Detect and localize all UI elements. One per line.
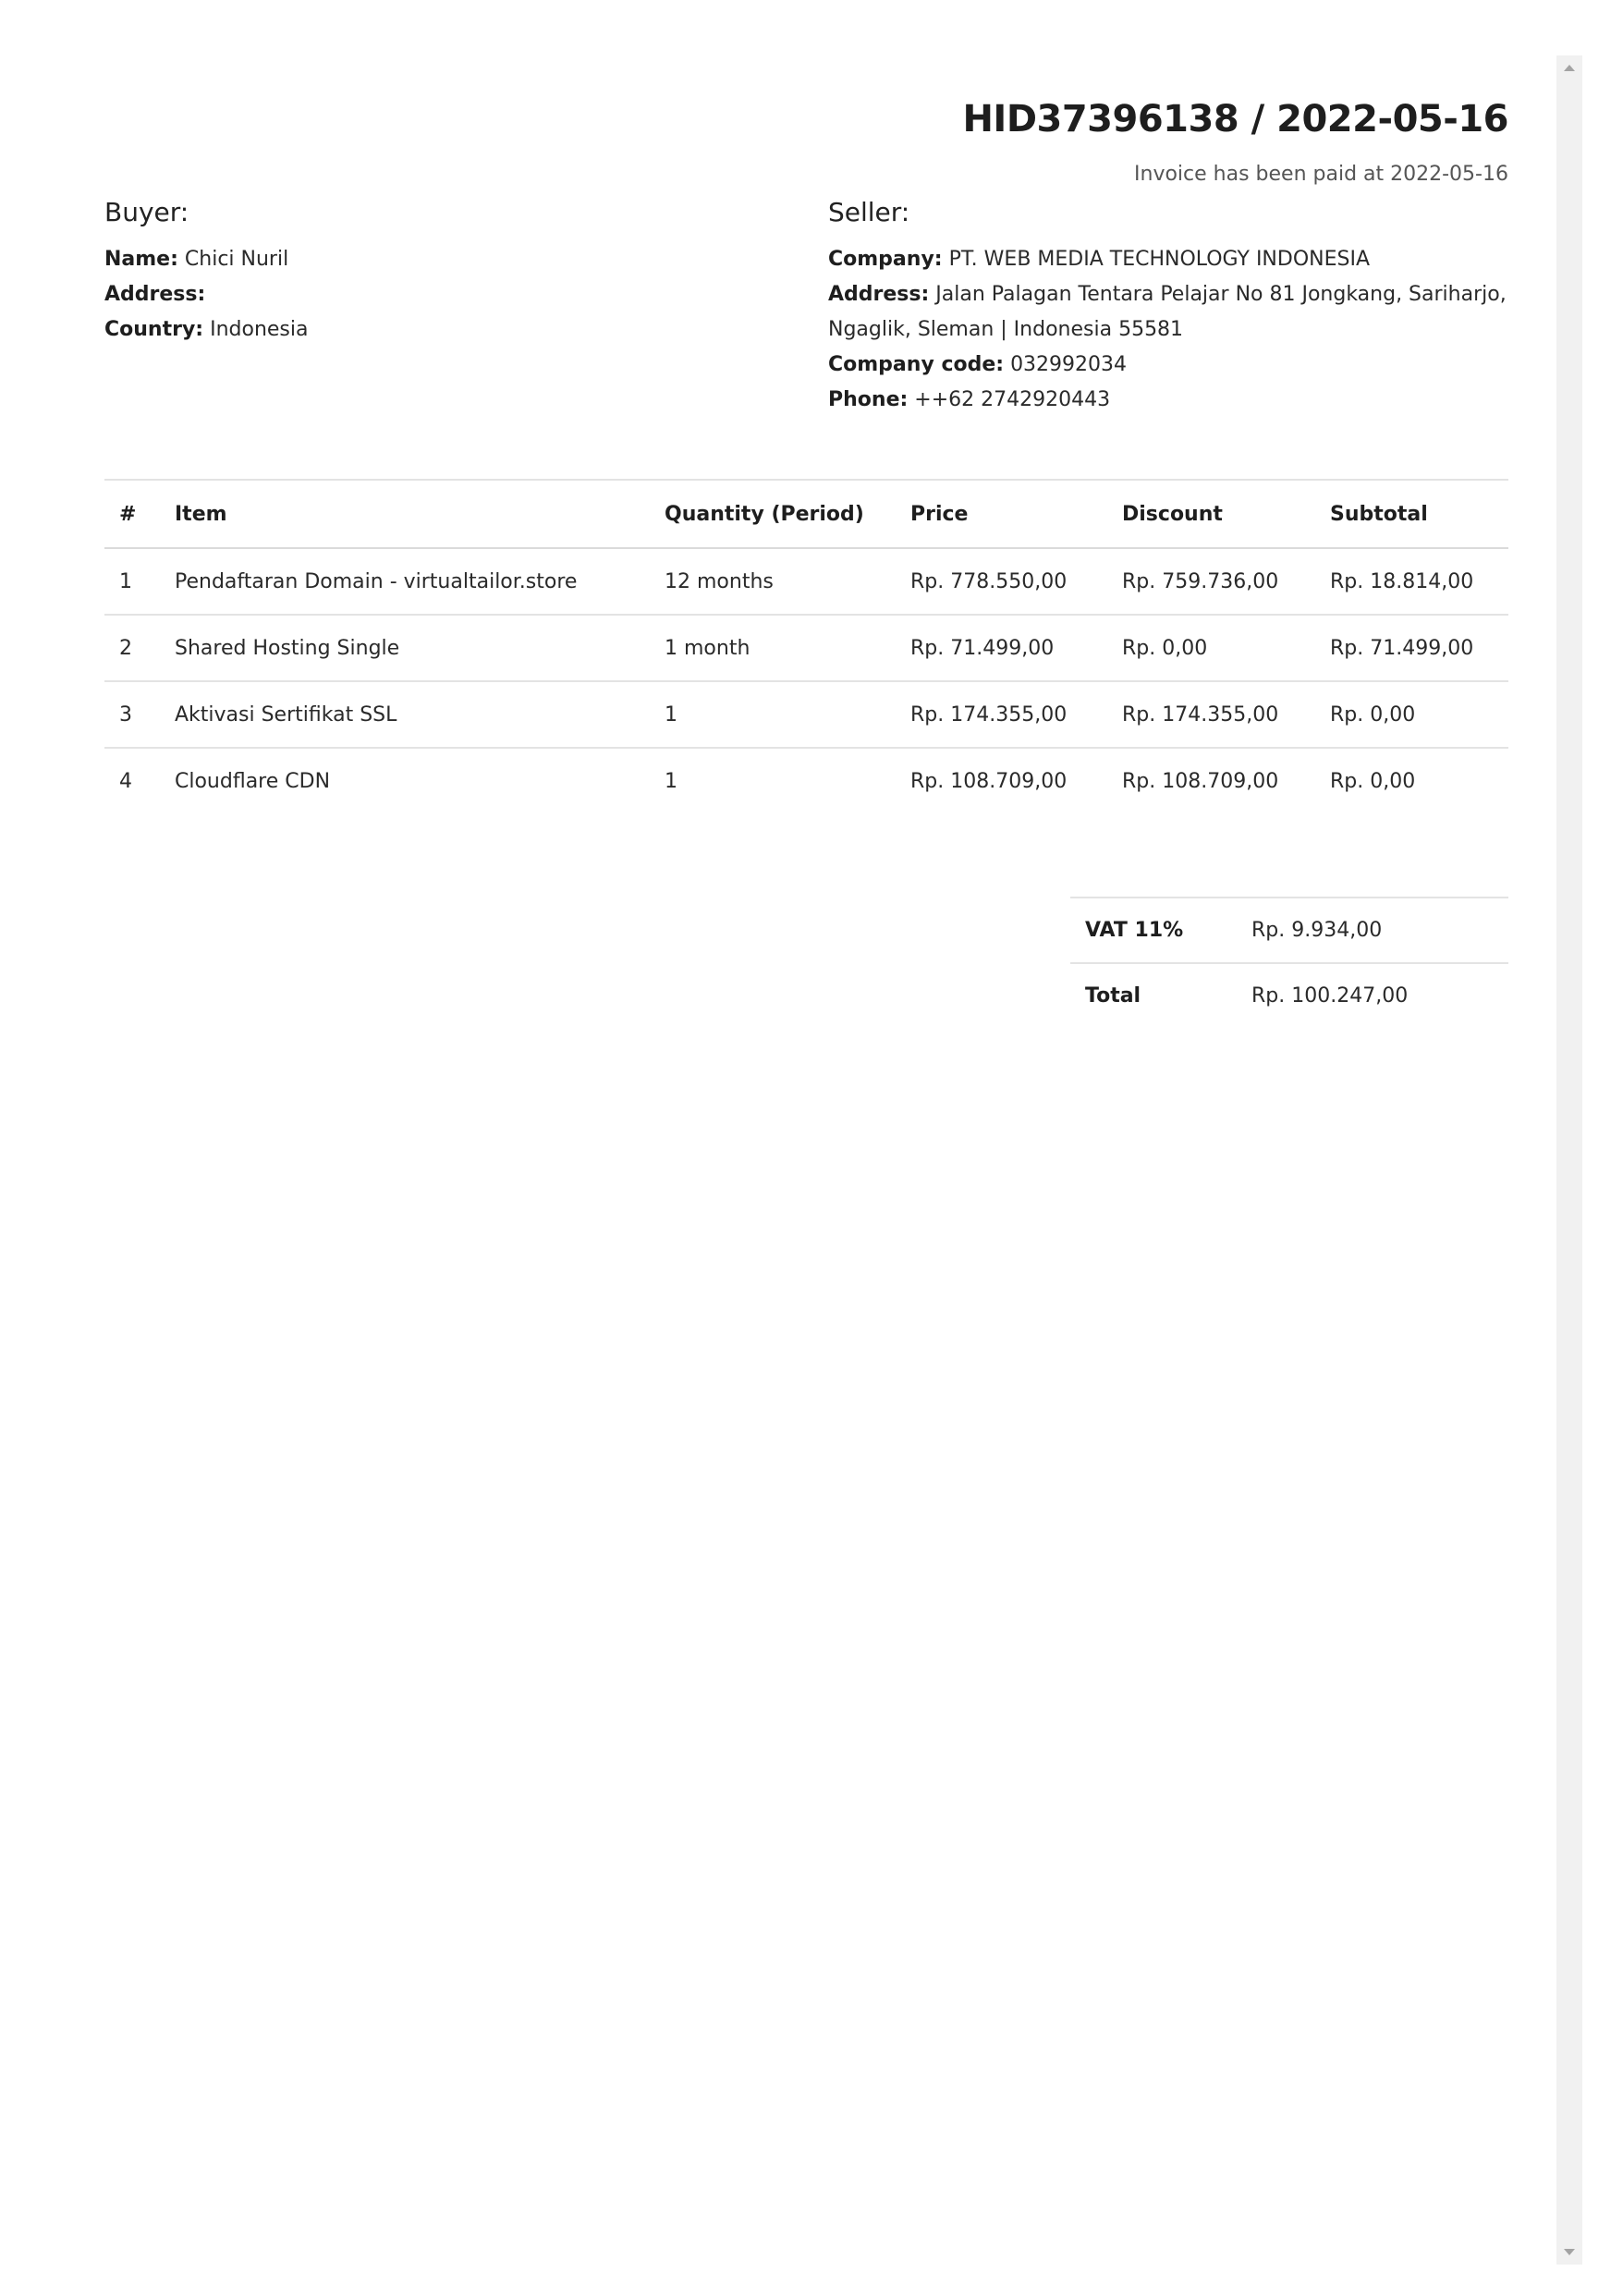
cell-price: Rp. 71.499,00 <box>896 614 1107 681</box>
seller-section: Seller: Company: PT. WEB MEDIA TECHNOLOG… <box>828 194 1508 418</box>
seller-phone: ++62 2742920443 <box>914 388 1111 411</box>
totals-table: VAT 11% Rp. 9.934,00 Total Rp. 100.247,0… <box>1070 897 1508 1028</box>
column-header-item: Item <box>160 479 650 549</box>
seller-phone-row: Phone: ++62 2742920443 <box>828 383 1508 418</box>
scroll-down-arrow-icon[interactable] <box>1564 2249 1575 2255</box>
cell-quantity: 1 <box>650 747 896 813</box>
buyer-heading: Buyer: <box>104 197 189 227</box>
cell-item: Cloudflare CDN <box>160 747 650 813</box>
buyer-address-row: Address: <box>104 277 751 312</box>
cell-subtotal: Rp. 71.499,00 <box>1315 614 1508 681</box>
column-header-discount: Discount <box>1107 479 1315 549</box>
seller-heading: Seller: <box>828 197 910 227</box>
cell-number: 1 <box>104 547 160 615</box>
table-row: 4 Cloudflare CDN 1 Rp. 108.709,00 Rp. 10… <box>104 747 1508 813</box>
buyer-country-row: Country: Indonesia <box>104 312 751 348</box>
buyer-section: Buyer: Name: Chici Nuril Address: Countr… <box>104 194 751 348</box>
seller-company-code: 032992034 <box>1010 353 1128 376</box>
buyer-name: Chici Nuril <box>184 248 289 271</box>
vertical-scrollbar[interactable] <box>1556 55 1582 2265</box>
table-row: 3 Aktivasi Sertifikat SSL 1 Rp. 174.355,… <box>104 680 1508 748</box>
column-header-number: # <box>104 479 160 549</box>
seller-address-label: Address: <box>828 283 930 306</box>
cell-discount: Rp. 0,00 <box>1107 614 1315 681</box>
seller-phone-label: Phone: <box>828 388 909 411</box>
cell-number: 4 <box>104 747 160 813</box>
cell-number: 3 <box>104 680 160 748</box>
column-header-quantity: Quantity (Period) <box>650 479 896 549</box>
buyer-name-label: Name: <box>104 248 178 271</box>
seller-company-row: Company: PT. WEB MEDIA TECHNOLOGY INDONE… <box>828 242 1508 277</box>
cell-item: Shared Hosting Single <box>160 614 650 681</box>
cell-price: Rp. 174.355,00 <box>896 680 1107 748</box>
seller-company-label: Company: <box>828 248 943 271</box>
cell-price: Rp. 108.709,00 <box>896 747 1107 813</box>
column-header-subtotal: Subtotal <box>1315 479 1508 549</box>
seller-company-code-row: Company code: 032992034 <box>828 348 1508 383</box>
buyer-name-row: Name: Chici Nuril <box>104 242 751 277</box>
vat-label: VAT 11% <box>1070 897 1237 963</box>
buyer-country: Indonesia <box>210 318 309 341</box>
cell-number: 2 <box>104 614 160 681</box>
cell-subtotal: Rp. 18.814,00 <box>1315 547 1508 615</box>
vat-row: VAT 11% Rp. 9.934,00 <box>1070 897 1508 963</box>
buyer-address-label: Address: <box>104 283 206 306</box>
total-label: Total <box>1070 962 1237 1028</box>
cell-quantity: 1 <box>650 680 896 748</box>
cell-subtotal: Rp. 0,00 <box>1315 680 1508 748</box>
seller-company-code-label: Company code: <box>828 353 1005 376</box>
cell-discount: Rp. 174.355,00 <box>1107 680 1315 748</box>
cell-discount: Rp. 759.736,00 <box>1107 547 1315 615</box>
scroll-up-arrow-icon[interactable] <box>1564 65 1575 71</box>
invoice-page: HID37396138 / 2022-05-16 Invoice has bee… <box>0 0 1553 2296</box>
total-row: Total Rp. 100.247,00 <box>1070 962 1508 1028</box>
table-row: 2 Shared Hosting Single 1 month Rp. 71.4… <box>104 614 1508 681</box>
table-header-row: # Item Quantity (Period) Price Discount … <box>104 479 1508 549</box>
cell-quantity: 1 month <box>650 614 896 681</box>
column-header-price: Price <box>896 479 1107 549</box>
cell-price: Rp. 778.550,00 <box>896 547 1107 615</box>
cell-discount: Rp. 108.709,00 <box>1107 747 1315 813</box>
buyer-country-label: Country: <box>104 318 204 341</box>
seller-company: PT. WEB MEDIA TECHNOLOGY INDONESIA <box>948 248 1371 271</box>
invoice-items-table: # Item Quantity (Period) Price Discount … <box>104 479 1508 813</box>
paid-status-note: Invoice has been paid at 2022-05-16 <box>1134 163 1508 186</box>
invoice-title: HID37396138 / 2022-05-16 <box>962 98 1508 140</box>
cell-item: Aktivasi Sertifikat SSL <box>160 680 650 748</box>
seller-address-row: Address: Jalan Palagan Tentara Pelajar N… <box>828 277 1508 348</box>
seller-address: Jalan Palagan Tentara Pelajar No 81 Jong… <box>828 283 1507 341</box>
cell-item: Pendaftaran Domain - virtualtailor.store <box>160 547 650 615</box>
vat-value: Rp. 9.934,00 <box>1237 897 1508 963</box>
cell-quantity: 12 months <box>650 547 896 615</box>
cell-subtotal: Rp. 0,00 <box>1315 747 1508 813</box>
total-value: Rp. 100.247,00 <box>1237 962 1508 1028</box>
table-row: 1 Pendaftaran Domain - virtualtailor.sto… <box>104 547 1508 615</box>
